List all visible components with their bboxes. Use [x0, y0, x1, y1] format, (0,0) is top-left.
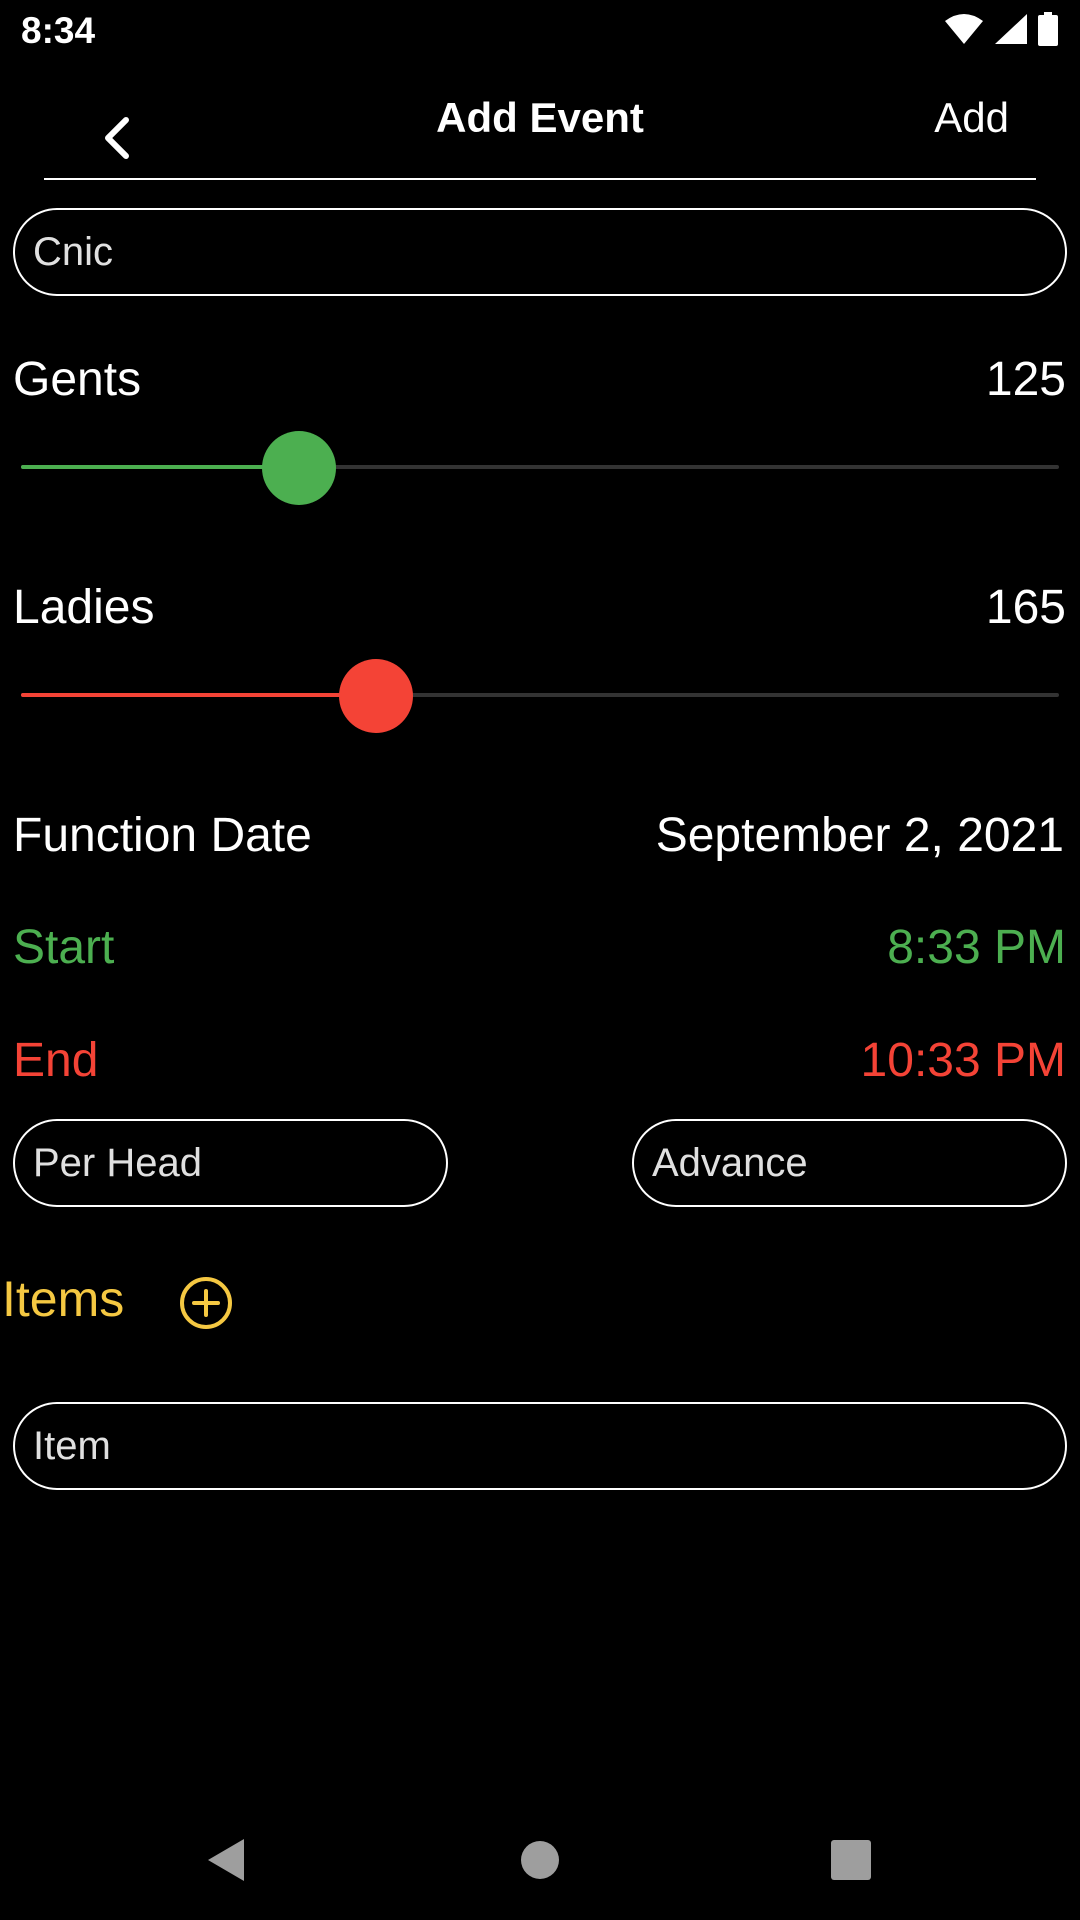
status-bar: 8:34 [0, 0, 1080, 64]
status-time: 8:34 [21, 10, 96, 51]
add-item-button[interactable] [178, 1275, 234, 1331]
slider-fill [21, 465, 300, 469]
ladies-slider[interactable] [21, 655, 1059, 735]
battery-icon [1038, 11, 1058, 51]
gents-slider[interactable] [21, 427, 1059, 507]
item-input[interactable]: Item [13, 1402, 1067, 1490]
recents-square-icon [831, 1840, 871, 1880]
status-icons [944, 11, 1058, 51]
cellular-signal-icon [994, 13, 1028, 50]
gents-label: Gents [13, 353, 142, 406]
gents-count: 125 [985, 353, 1066, 406]
slider-thumb[interactable] [262, 431, 337, 505]
nav-home-button[interactable] [512, 1832, 568, 1888]
nav-recents-button[interactable] [823, 1832, 879, 1888]
per-head-placeholder: Per Head [33, 1140, 202, 1185]
items-label: Items [2, 1271, 125, 1327]
home-circle-icon [521, 1841, 559, 1879]
end-time-value[interactable]: 10:33 PM [861, 1033, 1066, 1088]
slider-thumb[interactable] [338, 659, 413, 733]
item-placeholder: Item [33, 1423, 111, 1468]
nav-back-button[interactable] [198, 1832, 254, 1888]
advance-placeholder: Advance [652, 1140, 808, 1185]
back-triangle-icon [208, 1839, 244, 1881]
slider-fill [21, 693, 376, 697]
per-head-input[interactable]: Per Head [13, 1119, 448, 1207]
event-name-value: Cnic [33, 229, 114, 274]
add-circle-icon [180, 1277, 232, 1329]
advance-input[interactable]: Advance [632, 1119, 1067, 1207]
end-label: End [13, 1034, 99, 1087]
add-button[interactable]: Add [934, 94, 1009, 142]
function-date-value[interactable]: September 2, 2021 [656, 808, 1064, 863]
start-label: Start [13, 921, 115, 974]
start-time-value[interactable]: 8:33 PM [887, 920, 1066, 975]
ladies-count: 165 [985, 581, 1066, 634]
ladies-label: Ladies [13, 581, 155, 634]
function-date-label: Function Date [13, 809, 312, 862]
divider [44, 178, 1036, 180]
event-name-input[interactable]: Cnic [13, 208, 1067, 296]
system-nav-bar [0, 1800, 1080, 1920]
app-bar: Add Event Add [0, 64, 1080, 180]
page-title: Add Event [436, 94, 644, 141]
wifi-icon [944, 13, 984, 50]
